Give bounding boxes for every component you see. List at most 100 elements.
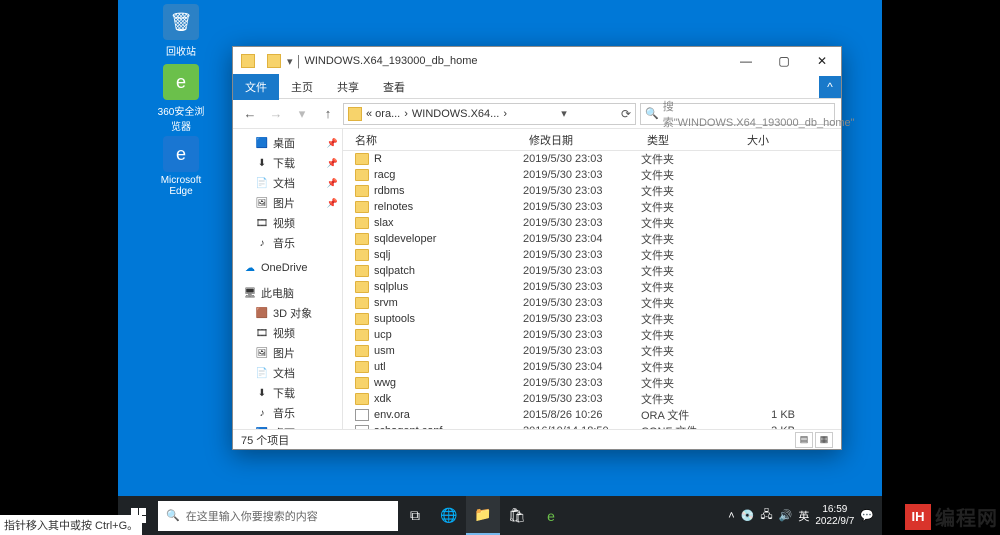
nav-videos2[interactable]: 🎞视频: [233, 323, 342, 343]
nav-music[interactable]: ♪音乐: [233, 233, 342, 253]
file-row[interactable]: wwg2019/5/30 23:03文件夹: [343, 375, 841, 391]
view-icons-button[interactable]: ▦: [815, 432, 833, 448]
browser360-icon[interactable]: e360安全浏览器: [154, 64, 208, 133]
file-name: wwg: [374, 377, 396, 389]
file-name: sqldeveloper: [374, 233, 436, 245]
up-button[interactable]: ↑: [317, 103, 339, 125]
address-bar[interactable]: « ora...› WINDOWS.X64...› ▾ ⟳: [343, 103, 636, 125]
nav-documents[interactable]: 📄文档📌: [233, 173, 342, 193]
file-row[interactable]: racg2019/5/30 23:03文件夹: [343, 167, 841, 183]
search-input[interactable]: 🔍 搜索"WINDOWS.X64_193000_db_home": [640, 103, 835, 125]
column-headers[interactable]: 名称 修改日期 类型 大小: [343, 129, 841, 151]
file-date: 2019/5/30 23:03: [523, 329, 641, 341]
file-row[interactable]: suptools2019/5/30 23:03文件夹: [343, 311, 841, 327]
nav-onedrive[interactable]: ☁OneDrive: [233, 259, 342, 277]
close-button[interactable]: ✕: [803, 47, 841, 75]
back-button[interactable]: ←: [239, 103, 261, 125]
col-date[interactable]: 修改日期: [523, 132, 641, 148]
documents-icon: 📄: [255, 176, 269, 190]
nav-pane[interactable]: 🟦桌面📌 ⬇下载📌 📄文档📌 🖼图片📌 🎞视频 ♪音乐 ☁OneDrive 🖥此…: [233, 129, 343, 429]
file-type: 文件夹: [641, 199, 741, 215]
ribbon-tab-share[interactable]: 共享: [325, 74, 371, 100]
file-date: 2019/5/30 23:03: [523, 169, 641, 181]
file-row[interactable]: ucp2019/5/30 23:03文件夹: [343, 327, 841, 343]
tray-volume-icon[interactable]: 🔊: [779, 509, 793, 522]
recent-button[interactable]: ▾: [291, 103, 313, 125]
nav-downloads[interactable]: ⬇下载📌: [233, 153, 342, 173]
file-row[interactable]: rdbms 2019/5/30 23:03文件夹: [343, 183, 841, 199]
file-name: rdbms: [374, 185, 405, 197]
recycle-bin-icon[interactable]: 🗑回收站: [154, 4, 208, 58]
taskbar-explorer[interactable]: 📁: [466, 496, 500, 535]
system-tray[interactable]: ˄ 💿 🖧 🔊 英 16:592022/9/7 💬: [720, 504, 882, 528]
file-row[interactable]: slax2019/5/30 23:03文件夹: [343, 215, 841, 231]
file-date: 2019/5/30 23:04: [523, 361, 641, 373]
minimize-button[interactable]: —: [727, 47, 765, 75]
file-row[interactable]: utl2019/5/30 23:04文件夹: [343, 359, 841, 375]
ribbon-tab-home[interactable]: 主页: [279, 74, 325, 100]
nav-pictures[interactable]: 🖼图片📌: [233, 193, 342, 213]
task-view-button[interactable]: ⧉: [398, 496, 432, 535]
tray-network-icon[interactable]: 🖧: [760, 506, 772, 525]
nav-pictures2[interactable]: 🖼图片: [233, 343, 342, 363]
file-row[interactable]: relnotes2019/5/30 23:03文件夹: [343, 199, 841, 215]
help-button[interactable]: ^: [819, 76, 841, 98]
col-name[interactable]: 名称: [343, 132, 523, 148]
fold-icon: [355, 217, 369, 229]
forward-button[interactable]: →: [265, 103, 287, 125]
file-date: 2019/5/30 23:03: [523, 185, 641, 197]
nav-3dobjects[interactable]: 🟫3D 对象: [233, 303, 342, 323]
nav-desktop[interactable]: 🟦桌面📌: [233, 133, 342, 153]
file-row[interactable]: sqldeveloper2019/5/30 23:04文件夹: [343, 231, 841, 247]
fold-icon: [355, 329, 369, 341]
file-row[interactable]: srvm2019/5/30 23:03文件夹: [343, 295, 841, 311]
file-date: 2019/5/30 23:03: [523, 345, 641, 357]
videos-icon: 🎞: [255, 216, 269, 230]
tray-chevron-icon[interactable]: ˄: [728, 510, 734, 522]
file-date: 2019/5/30 23:04: [523, 233, 641, 245]
addr-dropdown-icon[interactable]: ▾: [561, 107, 567, 120]
tray-disc-icon[interactable]: 💿: [741, 509, 755, 522]
file-row[interactable]: R2019/5/30 23:03文件夹: [343, 151, 841, 167]
music-icon: ♪: [255, 236, 269, 250]
file-row[interactable]: env.ora2015/8/26 10:26ORA 文件1 KB: [343, 407, 841, 423]
ribbon-tab-view[interactable]: 查看: [371, 74, 417, 100]
file-row[interactable]: usm2019/5/30 23:03文件夹: [343, 343, 841, 359]
file-type: 文件夹: [641, 183, 741, 199]
nav-thispc[interactable]: 🖥此电脑: [233, 283, 342, 303]
col-size[interactable]: 大小: [741, 132, 801, 148]
nav-downloads2[interactable]: ⬇下载: [233, 383, 342, 403]
nav-documents2[interactable]: 📄文档: [233, 363, 342, 383]
taskbar-edge[interactable]: 🌐: [432, 496, 466, 535]
taskbar-browser360[interactable]: e: [534, 496, 568, 535]
file-row[interactable]: schagent.conf2016/10/14 18:50CONF 文件3 KB: [343, 423, 841, 429]
tray-notifications-icon[interactable]: 💬: [860, 509, 874, 522]
file-type: ORA 文件: [641, 407, 741, 423]
file-row[interactable]: sqlj2019/5/30 23:03文件夹: [343, 247, 841, 263]
file-type: 文件夹: [641, 359, 741, 375]
fold-icon: [355, 393, 369, 405]
edge-icon[interactable]: eMicrosoft Edge: [154, 136, 208, 197]
tray-clock[interactable]: 16:592022/9/7: [815, 504, 854, 528]
pin-icon: 📌: [327, 158, 338, 169]
tray-ime[interactable]: 英: [798, 508, 809, 524]
file-row[interactable]: sqlpatch2019/5/30 23:03文件夹: [343, 263, 841, 279]
file-type: 文件夹: [641, 247, 741, 263]
refresh-icon[interactable]: ⟳: [621, 107, 631, 121]
file-tab[interactable]: 文件: [233, 74, 279, 100]
titlebar[interactable]: ▾ │ WINDOWS.X64_193000_db_home — ▢ ✕: [233, 47, 841, 75]
maximize-button[interactable]: ▢: [765, 47, 803, 75]
view-details-button[interactable]: ▤: [795, 432, 813, 448]
file-row[interactable]: xdk2019/5/30 23:03文件夹: [343, 391, 841, 407]
nav-videos[interactable]: 🎞视频: [233, 213, 342, 233]
taskbar[interactable]: 🔍在这里输入你要搜索的内容 ⧉ 🌐 📁 🛍 e ˄ 💿 🖧 🔊 英 16:592…: [118, 496, 882, 535]
addr-crumb[interactable]: WINDOWS.X64...: [412, 108, 499, 120]
file-list[interactable]: R2019/5/30 23:03文件夹racg2019/5/30 23:03文件…: [343, 151, 841, 429]
taskbar-store[interactable]: 🛍: [500, 496, 534, 535]
nav-music2[interactable]: ♪音乐: [233, 403, 342, 423]
file-row[interactable]: sqlplus2019/5/30 23:03文件夹: [343, 279, 841, 295]
taskbar-search[interactable]: 🔍在这里输入你要搜索的内容: [158, 501, 398, 531]
file-name: racg: [374, 169, 395, 181]
col-type[interactable]: 类型: [641, 132, 741, 148]
addr-crumb[interactable]: « ora...: [366, 108, 400, 120]
